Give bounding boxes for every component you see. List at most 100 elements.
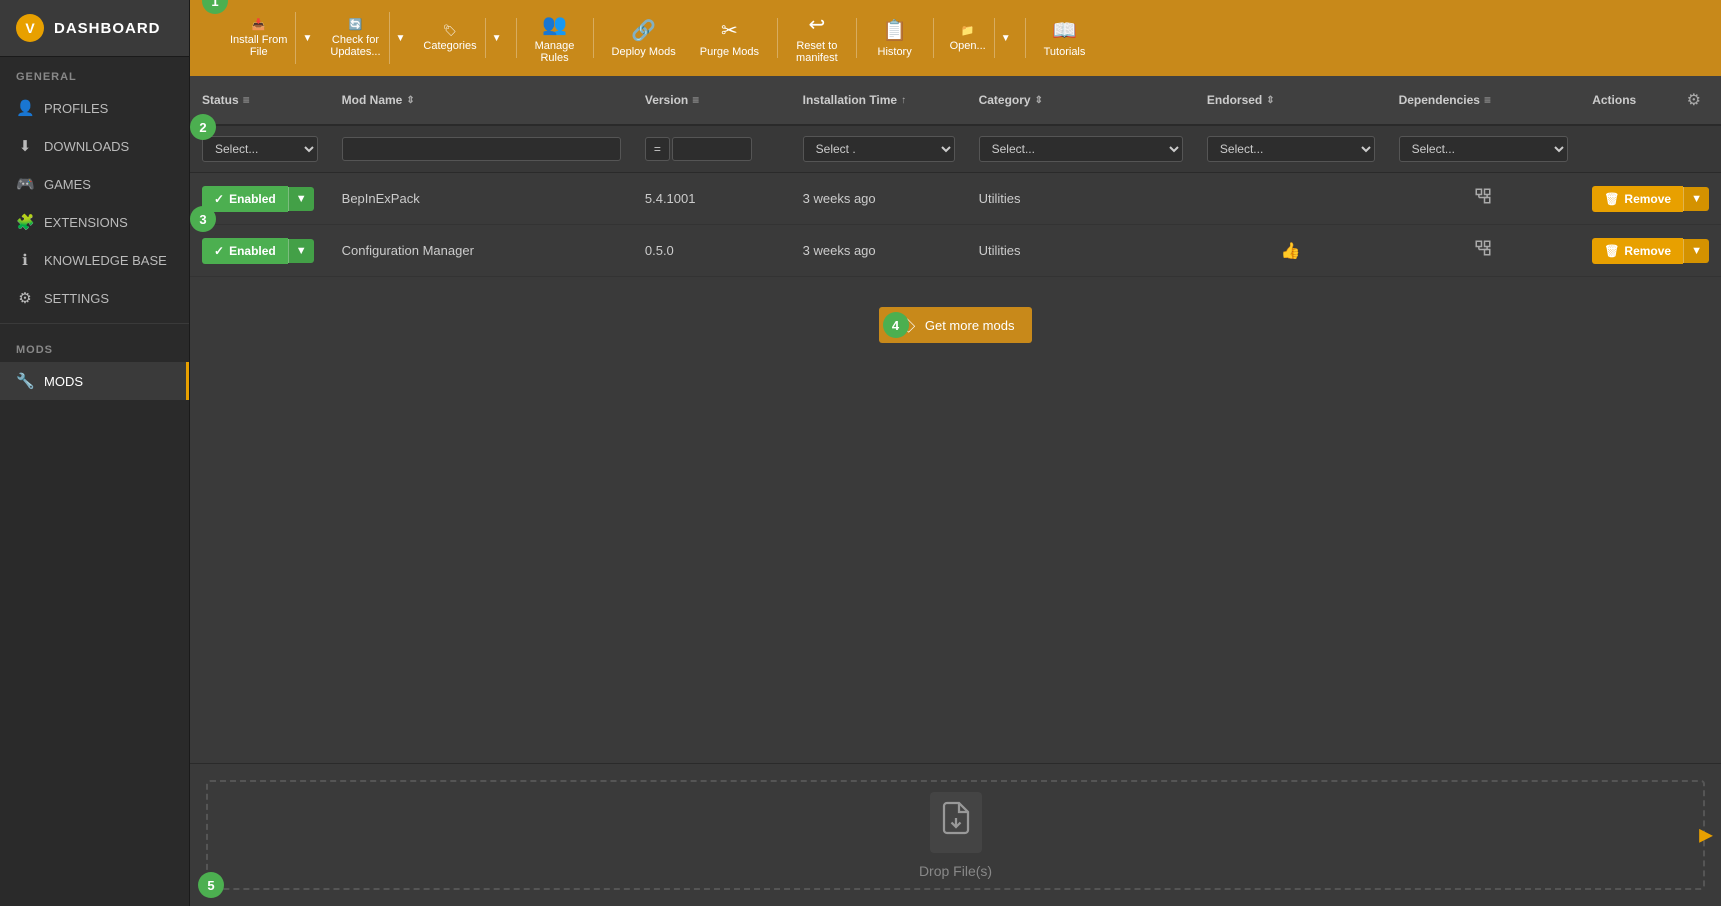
version-filter-input[interactable] — [672, 137, 752, 161]
row1-dependency-icon-btn[interactable] — [1466, 183, 1500, 214]
row1-enabled-arrow-btn[interactable]: ▼ — [288, 187, 314, 211]
sidebar-item-profiles[interactable]: 👤 PROFILES — [0, 89, 189, 127]
install-from-file-btn[interactable]: 📥 Install From File ▼ — [222, 12, 318, 64]
categories-main[interactable]: 🏷 Categories — [415, 18, 484, 58]
manage-rules-btn[interactable]: 👥 ManageRules — [525, 6, 585, 70]
extensions-icon: 🧩 — [16, 213, 34, 231]
sidebar: V DASHBOARD GENERAL 👤 PROFILES ⬇ DOWNLOA… — [0, 0, 190, 906]
tutorials-btn[interactable]: 📖 Tutorials — [1034, 12, 1096, 64]
sidebar-item-knowledge-base[interactable]: ℹ KNOWLEDGE BASE — [0, 241, 189, 279]
filter-actions-cell — [1580, 125, 1721, 173]
games-icon: 🎮 — [16, 175, 34, 193]
purge-mods-btn[interactable]: ✂ Purge Mods — [690, 12, 769, 64]
installation-time-filter-select[interactable]: Select . — [803, 136, 955, 162]
row2-endorsed-cell: 👍 — [1195, 225, 1387, 277]
sidebar-item-extensions[interactable]: 🧩 EXTENSIONS — [0, 203, 189, 241]
sidebar-item-label: KNOWLEDGE BASE — [44, 253, 167, 268]
history-icon: 📋 — [882, 18, 907, 43]
col-actions: Actions ⚙ — [1580, 76, 1721, 125]
open-arrow[interactable]: ▼ — [994, 18, 1017, 58]
install-from-file-main[interactable]: 📥 Install From File — [222, 12, 295, 64]
sidebar-item-label: GAMES — [44, 177, 91, 192]
mods-icon: 🔧 — [16, 372, 34, 390]
get-more-mods-cell: 4 🏷 Get more mods — [190, 277, 1721, 374]
check-for-updates-btn[interactable]: 🔄 Check for Updates... ▼ — [322, 12, 411, 64]
toolbar-sep-5 — [933, 18, 934, 58]
endorsed-filter-select[interactable]: Select... — [1207, 136, 1375, 162]
endorsed-sort-icon[interactable]: ⇕ — [1266, 95, 1274, 106]
open-btn[interactable]: 📁 Open... ▼ — [942, 18, 1017, 58]
dependencies-filter-icon[interactable]: ≡ — [1484, 93, 1491, 107]
row2-version-cell: 0.5.0 — [633, 225, 791, 277]
col-mod-name: Mod Name ⇕ — [330, 76, 633, 125]
purge-mods-icon: ✂ — [721, 18, 738, 43]
mod-name-sort-icon[interactable]: ⇕ — [406, 95, 414, 106]
get-more-mods-row: 4 🏷 Get more mods — [190, 277, 1721, 374]
mod-name-filter-input[interactable] — [342, 137, 621, 161]
knowledge-base-icon: ℹ — [16, 251, 34, 269]
table-header-row: Status ≡ Mod Name ⇕ Vers — [190, 76, 1721, 125]
toolbar-sep-4 — [856, 18, 857, 58]
filter-endorsed-cell: Select... — [1195, 125, 1387, 173]
drop-zone-label: Drop File(s) — [919, 863, 992, 879]
toolbar-sep-2 — [593, 18, 594, 58]
row2-category-cell: Utilities — [967, 225, 1195, 277]
row2-enabled-main-btn[interactable]: ✓ Enabled — [202, 238, 288, 264]
badge-4: 4 — [883, 312, 909, 338]
col-endorsed: Endorsed ⇕ — [1195, 76, 1387, 125]
table-settings-icon[interactable]: ⚙ — [1679, 86, 1709, 114]
check-for-updates-arrow[interactable]: ▼ — [389, 12, 412, 64]
sidebar-item-label: MODS — [44, 374, 83, 389]
categories-btn[interactable]: 🏷 Categories ▼ — [415, 18, 507, 58]
open-main[interactable]: 📁 Open... — [942, 18, 994, 58]
version-eq-btn[interactable]: = — [645, 137, 670, 161]
toolbar-sep-6 — [1025, 18, 1026, 58]
row1-remove-arrow-btn[interactable]: ▼ — [1683, 187, 1709, 211]
row2-dependency-icon-btn[interactable] — [1466, 235, 1500, 266]
row1-actions-cell: 🗑 Remove ▼ — [1580, 173, 1721, 225]
sidebar-item-label: PROFILES — [44, 101, 108, 116]
expand-icon: ▶ — [1691, 817, 1721, 854]
reset-to-manifest-btn[interactable]: ↩ Reset tomanifest — [786, 6, 848, 70]
row2-remove-main-btn[interactable]: 🗑 Remove — [1592, 238, 1683, 264]
category-sort-icon[interactable]: ⇕ — [1035, 95, 1043, 106]
filter-category-cell: Select... — [967, 125, 1195, 173]
row2-thumbsup-icon-btn[interactable]: 👍 — [1273, 237, 1309, 265]
row1-remove-main-btn[interactable]: 🗑 Remove — [1592, 186, 1683, 212]
row2-actions-cell: 🗑 Remove ▼ — [1580, 225, 1721, 277]
col-version: Version ≡ — [633, 76, 791, 125]
row2-enabled-arrow-btn[interactable]: ▼ — [288, 239, 314, 263]
sidebar-section-general: GENERAL — [0, 57, 189, 89]
installation-time-sort-icon[interactable]: ↑ — [901, 95, 906, 106]
history-btn[interactable]: 📋 History — [865, 12, 925, 64]
drop-zone[interactable]: Drop File(s) — [206, 780, 1705, 890]
mods-table-container[interactable]: 2 3 Status ≡ Mod Name — [190, 76, 1721, 763]
sidebar-item-mods[interactable]: 🔧 MODS — [0, 362, 189, 400]
manage-rules-icon: 👥 — [542, 12, 567, 37]
version-filter-icon[interactable]: ≡ — [692, 93, 699, 107]
sidebar-logo: V — [16, 14, 44, 42]
status-filter-select[interactable]: Select... — [202, 136, 318, 162]
checkmark-icon: ✓ — [214, 192, 224, 206]
sidebar-item-settings[interactable]: ⚙ SETTINGS — [0, 279, 189, 317]
checkmark-icon: ✓ — [214, 244, 224, 258]
sidebar-item-downloads[interactable]: ⬇ DOWNLOADS — [0, 127, 189, 165]
row1-endorsed-cell — [1195, 173, 1387, 225]
dependencies-filter-select[interactable]: Select... — [1399, 136, 1569, 162]
content-area: 2 3 Status ≡ Mod Name — [190, 76, 1721, 906]
row1-enabled-main-btn[interactable]: ✓ Enabled — [202, 186, 288, 212]
downloads-icon: ⬇ — [16, 137, 34, 155]
row1-installation-time-cell: 3 weeks ago — [791, 173, 967, 225]
deploy-mods-btn[interactable]: 🔗 Deploy Mods — [602, 12, 686, 64]
status-filter-icon[interactable]: ≡ — [243, 93, 250, 107]
categories-arrow[interactable]: ▼ — [485, 18, 508, 58]
table-filter-row: Select... = — [190, 125, 1721, 173]
category-filter-select[interactable]: Select... — [979, 136, 1183, 162]
install-from-file-arrow[interactable]: ▼ — [295, 12, 318, 64]
toolbar: 1 📥 Install From File ▼ 🔄 Check for Upda… — [190, 0, 1721, 76]
sidebar-item-games[interactable]: 🎮 GAMES — [0, 165, 189, 203]
row1-remove-btn: 🗑 Remove ▼ — [1592, 186, 1709, 212]
sidebar-item-label: EXTENSIONS — [44, 215, 128, 230]
row2-remove-arrow-btn[interactable]: ▼ — [1683, 239, 1709, 263]
check-for-updates-main[interactable]: 🔄 Check for Updates... — [322, 12, 388, 64]
